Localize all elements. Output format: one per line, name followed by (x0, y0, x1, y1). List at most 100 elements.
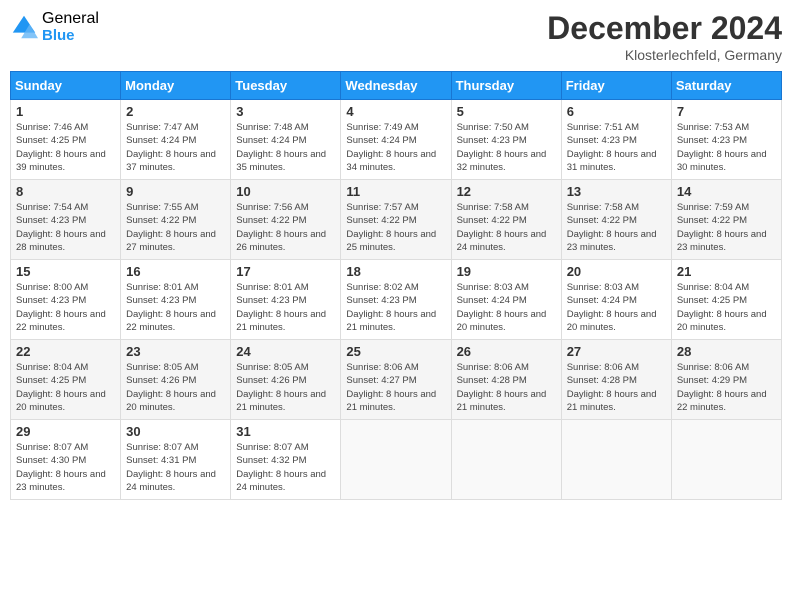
day-number: 22 (16, 344, 115, 359)
calendar-cell (341, 420, 451, 500)
day-info: Sunrise: 8:03 AMSunset: 4:24 PMDaylight:… (457, 281, 556, 334)
day-number: 6 (567, 104, 666, 119)
day-number: 7 (677, 104, 776, 119)
calendar-cell: 9 Sunrise: 7:55 AMSunset: 4:22 PMDaylight… (121, 180, 231, 260)
day-number: 23 (126, 344, 225, 359)
calendar-cell: 25Sunrise: 8:06 AMSunset: 4:27 PMDayligh… (341, 340, 451, 420)
calendar-table: SundayMondayTuesdayWednesdayThursdayFrid… (10, 71, 782, 500)
day-number: 24 (236, 344, 335, 359)
calendar-cell: 19 Sunrise: 8:03 AMSunset: 4:24 PMDayligh… (451, 260, 561, 340)
calendar-cell: 23 Sunrise: 8:05 AMSunset: 4:26 PMDayligh… (121, 340, 231, 420)
day-number: 19 (457, 264, 556, 279)
day-info: Sunrise: 7:46 AMSunset: 4:25 PMDaylight:… (16, 121, 115, 174)
day-info: Sunrise: 8:01 AMSunset: 4:23 PMDaylight:… (236, 281, 335, 334)
day-info: Sunrise: 8:06 AMSunset: 4:28 PMDaylight:… (457, 361, 556, 414)
calendar-cell: 16 Sunrise: 8:01 AMSunset: 4:23 PMDayligh… (121, 260, 231, 340)
calendar-cell: 11 Sunrise: 7:57 AMSunset: 4:22 PMDayligh… (341, 180, 451, 260)
calendar-cell: 31Sunrise: 8:07 AMSunset: 4:32 PMDayligh… (231, 420, 341, 500)
day-info: Sunrise: 8:05 AMSunset: 4:26 PMDaylight:… (126, 361, 225, 414)
column-header-wednesday: Wednesday (341, 72, 451, 100)
calendar-cell: 4 Sunrise: 7:49 AMSunset: 4:24 PMDaylight… (341, 100, 451, 180)
day-info: Sunrise: 8:04 AMSunset: 4:25 PMDaylight:… (16, 361, 115, 414)
day-number: 21 (677, 264, 776, 279)
calendar-cell: 1 Sunrise: 7:46 AMSunset: 4:25 PMDaylight… (11, 100, 121, 180)
day-info: Sunrise: 8:06 AMSunset: 4:28 PMDaylight:… (567, 361, 666, 414)
calendar-cell: 17 Sunrise: 8:01 AMSunset: 4:23 PMDayligh… (231, 260, 341, 340)
logo-text: General Blue (42, 10, 99, 44)
day-number: 26 (457, 344, 556, 359)
calendar-cell: 12Sunrise: 7:58 AMSunset: 4:22 PMDayligh… (451, 180, 561, 260)
location: Klosterlechfeld, Germany (547, 47, 782, 63)
calendar-cell: 5 Sunrise: 7:50 AMSunset: 4:23 PMDaylight… (451, 100, 561, 180)
day-number: 20 (567, 264, 666, 279)
calendar-cell: 7 Sunrise: 7:53 AMSunset: 4:23 PMDaylight… (671, 100, 781, 180)
day-info: Sunrise: 8:07 AMSunset: 4:31 PMDaylight:… (126, 441, 225, 494)
day-number: 10 (236, 184, 335, 199)
calendar-cell: 2 Sunrise: 7:47 AMSunset: 4:24 PMDaylight… (121, 100, 231, 180)
day-info: Sunrise: 7:55 AMSunset: 4:22 PMDaylight:… (126, 201, 225, 254)
day-info: Sunrise: 8:06 AMSunset: 4:27 PMDaylight:… (346, 361, 445, 414)
calendar-header-row: SundayMondayTuesdayWednesdayThursdayFrid… (11, 72, 782, 100)
calendar-week-1: 1 Sunrise: 7:46 AMSunset: 4:25 PMDaylight… (11, 100, 782, 180)
day-info: Sunrise: 7:49 AMSunset: 4:24 PMDaylight:… (346, 121, 445, 174)
calendar-cell (561, 420, 671, 500)
calendar-cell: 26 Sunrise: 8:06 AMSunset: 4:28 PMDayligh… (451, 340, 561, 420)
day-info: Sunrise: 8:03 AMSunset: 4:24 PMDaylight:… (567, 281, 666, 334)
day-info: Sunrise: 7:56 AMSunset: 4:22 PMDaylight:… (236, 201, 335, 254)
day-info: Sunrise: 7:57 AMSunset: 4:22 PMDaylight:… (346, 201, 445, 254)
day-info: Sunrise: 7:59 AMSunset: 4:22 PMDaylight:… (677, 201, 776, 254)
calendar-cell: 20 Sunrise: 8:03 AMSunset: 4:24 PMDayligh… (561, 260, 671, 340)
calendar-cell: 30Sunrise: 8:07 AMSunset: 4:31 PMDayligh… (121, 420, 231, 500)
day-number: 2 (126, 104, 225, 119)
day-info: Sunrise: 8:01 AMSunset: 4:23 PMDaylight:… (126, 281, 225, 334)
calendar-cell: 10 Sunrise: 7:56 AMSunset: 4:22 PMDayligh… (231, 180, 341, 260)
day-number: 18 (346, 264, 445, 279)
day-info: Sunrise: 7:47 AMSunset: 4:24 PMDaylight:… (126, 121, 225, 174)
calendar-cell: 14Sunrise: 7:59 AMSunset: 4:22 PMDayligh… (671, 180, 781, 260)
day-number: 4 (346, 104, 445, 119)
day-number: 15 (16, 264, 115, 279)
day-info: Sunrise: 8:07 AMSunset: 4:32 PMDaylight:… (236, 441, 335, 494)
day-number: 29 (16, 424, 115, 439)
calendar-week-2: 8Sunrise: 7:54 AMSunset: 4:23 PMDaylight… (11, 180, 782, 260)
day-number: 5 (457, 104, 556, 119)
logo[interactable]: General Blue (10, 10, 99, 44)
column-header-thursday: Thursday (451, 72, 561, 100)
day-info: Sunrise: 7:53 AMSunset: 4:23 PMDaylight:… (677, 121, 776, 174)
day-info: Sunrise: 8:05 AMSunset: 4:26 PMDaylight:… (236, 361, 335, 414)
day-info: Sunrise: 7:48 AMSunset: 4:24 PMDaylight:… (236, 121, 335, 174)
day-number: 9 (126, 184, 225, 199)
day-info: Sunrise: 7:51 AMSunset: 4:23 PMDaylight:… (567, 121, 666, 174)
day-number: 13 (567, 184, 666, 199)
day-info: Sunrise: 7:50 AMSunset: 4:23 PMDaylight:… (457, 121, 556, 174)
day-number: 12 (457, 184, 556, 199)
day-info: Sunrise: 8:07 AMSunset: 4:30 PMDaylight:… (16, 441, 115, 494)
day-number: 16 (126, 264, 225, 279)
column-header-friday: Friday (561, 72, 671, 100)
day-info: Sunrise: 7:58 AMSunset: 4:22 PMDaylight:… (567, 201, 666, 254)
column-header-saturday: Saturday (671, 72, 781, 100)
day-number: 8 (16, 184, 115, 199)
calendar-cell: 8Sunrise: 7:54 AMSunset: 4:23 PMDaylight… (11, 180, 121, 260)
day-number: 27 (567, 344, 666, 359)
day-number: 11 (346, 184, 445, 199)
day-number: 1 (16, 104, 115, 119)
column-header-tuesday: Tuesday (231, 72, 341, 100)
calendar-week-5: 29 Sunrise: 8:07 AMSunset: 4:30 PMDayligh… (11, 420, 782, 500)
calendar-cell: 3Sunrise: 7:48 AMSunset: 4:24 PMDaylight… (231, 100, 341, 180)
day-number: 17 (236, 264, 335, 279)
page-header: General Blue December 2024 Klosterlechfe… (10, 10, 782, 63)
calendar-cell: 24 Sunrise: 8:05 AMSunset: 4:26 PMDayligh… (231, 340, 341, 420)
calendar-cell: 18Sunrise: 8:02 AMSunset: 4:23 PMDayligh… (341, 260, 451, 340)
column-header-sunday: Sunday (11, 72, 121, 100)
day-info: Sunrise: 8:06 AMSunset: 4:29 PMDaylight:… (677, 361, 776, 414)
calendar-cell: 22 Sunrise: 8:04 AMSunset: 4:25 PMDayligh… (11, 340, 121, 420)
column-header-monday: Monday (121, 72, 231, 100)
calendar-cell: 13 Sunrise: 7:58 AMSunset: 4:22 PMDayligh… (561, 180, 671, 260)
day-number: 28 (677, 344, 776, 359)
calendar-cell: 6 Sunrise: 7:51 AMSunset: 4:23 PMDaylight… (561, 100, 671, 180)
logo-general: General (42, 10, 99, 28)
calendar-cell (671, 420, 781, 500)
day-info: Sunrise: 8:00 AMSunset: 4:23 PMDaylight:… (16, 281, 115, 334)
title-section: December 2024 Klosterlechfeld, Germany (547, 10, 782, 63)
